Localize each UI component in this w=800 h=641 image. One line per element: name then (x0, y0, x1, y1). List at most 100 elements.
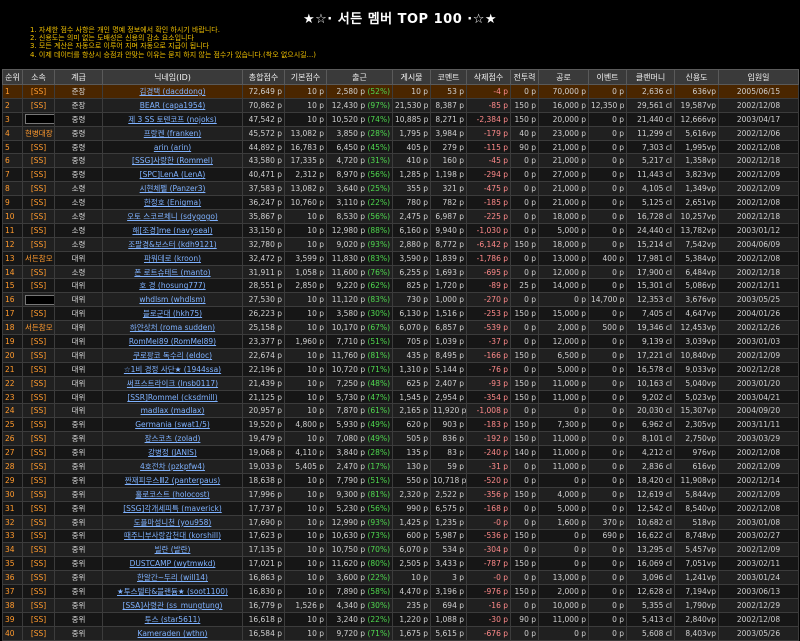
credit-cell: 2,651vp (674, 195, 719, 211)
attendance-value: 3,640 p (336, 184, 366, 194)
nickname-link[interactable]: 파워데로 (kroon) (102, 250, 243, 266)
attendance-cell: 10,170 p (67%) (326, 320, 393, 336)
nickname-link[interactable]: 투스 (star5611) (102, 611, 243, 627)
nickname-link[interactable]: [SPC]LenA (LenA) (102, 167, 243, 183)
nickname-link[interactable]: 한정호 (Enigma) (102, 195, 243, 211)
nickname-link[interactable]: [SSG]각개세피특 (maverick) (102, 500, 243, 516)
total-score-cell: 17,021 p (242, 556, 285, 572)
combat-cell: 25 p (510, 278, 539, 294)
nickname-link[interactable]: 시현체펠 (Panzer3) (102, 181, 243, 197)
nickname-link[interactable]: 블로군대 (hkh75) (102, 306, 243, 322)
event-cell: 0 p (588, 556, 627, 572)
team-cell: [SS] (22, 264, 55, 280)
nickname-link[interactable]: 빌란 (발란) (102, 542, 243, 558)
joined-date-cell: 2004/01/26 (718, 306, 799, 322)
nickname-link[interactable]: whdlsm (whdlsm) (102, 292, 243, 308)
posts-cell: 780 p (392, 195, 431, 211)
nickname-link[interactable]: 조팔경&보스터 (kdh9121) (102, 236, 243, 252)
credit-cell: 1,790vp (674, 597, 719, 613)
nickname-link[interactable]: DUSTCAMP (wytmwkd) (102, 556, 243, 572)
event-cell: 0 p (588, 611, 627, 627)
team-cell: [SS] (22, 403, 55, 419)
nickname-link[interactable]: [SSG]사랑한 (Rommel) (102, 153, 243, 169)
grade-cell: 중위 (54, 597, 103, 613)
nickname-link[interactable]: 오토 스코르체니 (sdygogo) (102, 209, 243, 224)
nickname-link[interactable]: 김경택 (dacddong) (102, 84, 243, 99)
joined-date-cell: 2003/01/03 (718, 334, 799, 349)
comments-cell: 6,987 p (430, 209, 467, 224)
nickname-link[interactable]: [SSA]사령관 (ss_mungtung) (102, 597, 243, 613)
merit-cell: 0 p (538, 403, 589, 419)
credit-cell: 7,051vp (674, 556, 719, 572)
clan-money-cell: 9,139 cl (626, 334, 675, 349)
team-cell: [SS] (22, 334, 55, 349)
nickname-link[interactable]: 써프스트라이크 (lnsb0117) (102, 375, 243, 391)
nickname-link[interactable]: 호 경 (hosung777) (102, 278, 243, 294)
nickname-link[interactable]: arin (arin) (102, 139, 243, 155)
base-score-cell: 10 p (284, 222, 327, 238)
deleted-score-cell: -253 p (466, 306, 511, 322)
attendance-cell: 12,980 p (88%) (326, 222, 393, 238)
event-cell: 0 p (588, 264, 627, 280)
nickname-link[interactable]: 한알간~두리 (will14) (102, 570, 243, 586)
nickname-link[interactable]: 폰 로트슈테트 (manto) (102, 264, 243, 280)
joined-date-cell: 2002/12/08 (718, 500, 799, 516)
table-row: 39 [SS] 중위 투스 (star5611) 16,618 p 10 p 3,240 p… (2, 611, 799, 627)
nickname-link[interactable]: 프랑켄 (franken) (102, 125, 243, 141)
grade-cell: 소령 (54, 209, 103, 224)
combat-cell: 0 p (510, 625, 539, 641)
posts-cell: 1,545 p (392, 389, 431, 405)
deleted-score-cell: -0 p (466, 570, 511, 586)
grade-cell: 대위 (54, 320, 103, 336)
nickname-link[interactable]: RomMel89 (RomMel89) (102, 334, 243, 349)
nickname-link[interactable]: [SSR]Rommel (cksdmill) (102, 389, 243, 405)
nickname-link[interactable]: 해[조경]me (navyseal) (102, 222, 243, 238)
posts-cell: 405 p (392, 139, 431, 155)
joined-date-cell: 2002/12/14 (718, 472, 799, 488)
base-score-cell: 10 p (284, 84, 327, 99)
nickname-link[interactable]: 4호전차 (pzkpfw4) (102, 459, 243, 474)
table-row: 6 [SS] 중령 [SSG]사랑한 (Rommel) 43,580 p 17,335 p… (2, 153, 799, 169)
table-row: 13 서든참모 대위 파워데로 (kroon) 32,472 p 3,599 p 11,83… (2, 250, 799, 266)
nickname-link[interactable]: Germania (swat1/5) (102, 417, 243, 433)
total-score-cell: 28,551 p (242, 278, 285, 294)
page-title: ★☆· 서든 멤버 TOP 100 ·☆★ (302, 12, 498, 27)
table-row: 5 [SS] 중령 arin (arin) 44,892 p 16,783 p 6,450 … (2, 139, 799, 155)
nickname-link[interactable]: 도플마성니천 (you958) (102, 514, 243, 530)
grade-cell: 대위 (54, 278, 103, 294)
combat-cell: 150 p (510, 528, 539, 544)
rank-cell: 9 (2, 195, 23, 211)
clan-money-cell: 29,561 cl (626, 97, 675, 113)
comments-cell: 8,495 p (430, 347, 467, 363)
nickname-link[interactable]: 쿠로팡코 독수리 (eldoc) (102, 347, 243, 363)
rank-cell: 4 (2, 125, 23, 141)
notice-line: 4. 이제 데이터를 항상시 승점과 안맞는 이유는 묻지 하지 않는 점수가 … (30, 50, 317, 59)
event-cell: 0 p (588, 167, 627, 183)
grade-cell: 중령 (54, 153, 103, 169)
grade-cell: 대위 (54, 361, 103, 377)
nickname-link[interactable]: Kameraden (wthn) (102, 625, 243, 641)
total-score-cell: 40,471 p (242, 167, 285, 183)
grade-cell: 중위 (54, 584, 103, 599)
nickname-link[interactable]: madlax (madlax) (102, 403, 243, 419)
event-cell: 0 p (588, 111, 627, 127)
nickname-link[interactable]: 장스코츠 (zolad) (102, 431, 243, 447)
nickname-link[interactable]: 홀로코스트 (holocost) (102, 486, 243, 502)
nickname-link[interactable]: 강병정 (JANIS) (102, 445, 243, 461)
nickname-link[interactable]: BEAR (capa1954) (102, 97, 243, 113)
team-cell: [SS] (22, 153, 55, 169)
nickname-link[interactable]: ★투스텔타&블랜듐★ (soot1100) (102, 584, 243, 599)
attendance-cell: 3,840 p (28%) (326, 445, 393, 461)
nickname-link[interactable]: ☆1비 경정 사단★ (1944ssa) (102, 361, 243, 377)
comments-cell: 3,984 p (430, 125, 467, 141)
nickname-link[interactable]: 짠재피우스Ⅲ2 (panterpaus) (102, 472, 243, 488)
nickname-link[interactable]: 하얀상처 (roma sudden) (102, 320, 243, 336)
deleted-score-cell: -1,030 p (466, 222, 511, 238)
merit-cell: 6,500 p (538, 347, 589, 363)
deleted-score-cell: -225 p (466, 209, 511, 224)
attendance-percent: (51%) (367, 475, 390, 485)
attendance-value: 7,790 p (336, 475, 366, 485)
nickname-link[interactable]: 제 3 SS 토텐코프 (nojoks) (102, 111, 243, 127)
comments-cell: 836 p (430, 431, 467, 447)
nickname-link[interactable]: 때주니부사랑감천대 (korshill) (102, 528, 243, 544)
